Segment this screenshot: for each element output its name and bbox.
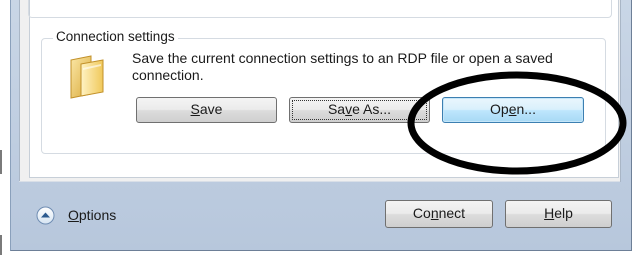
upper-groupbox-edge [28, 0, 612, 18]
connection-settings-legend: Connection settings [53, 28, 178, 46]
left-edge-mark [0, 150, 2, 174]
save-button[interactable]: Save [136, 97, 277, 123]
connect-button[interactable]: Connect [385, 200, 493, 228]
options-toggle[interactable]: Options [68, 206, 116, 224]
open-button[interactable]: Open... [442, 97, 584, 123]
folder-icon [70, 55, 104, 99]
left-edge-mark [0, 235, 2, 255]
chevron-up-circle-icon[interactable] [36, 206, 55, 225]
footer-separator [19, 181, 620, 182]
connection-settings-description: Save the current connection settings to … [132, 50, 553, 83]
help-button[interactable]: Help [505, 200, 612, 228]
save-as-button[interactable]: Save As... [289, 97, 430, 123]
